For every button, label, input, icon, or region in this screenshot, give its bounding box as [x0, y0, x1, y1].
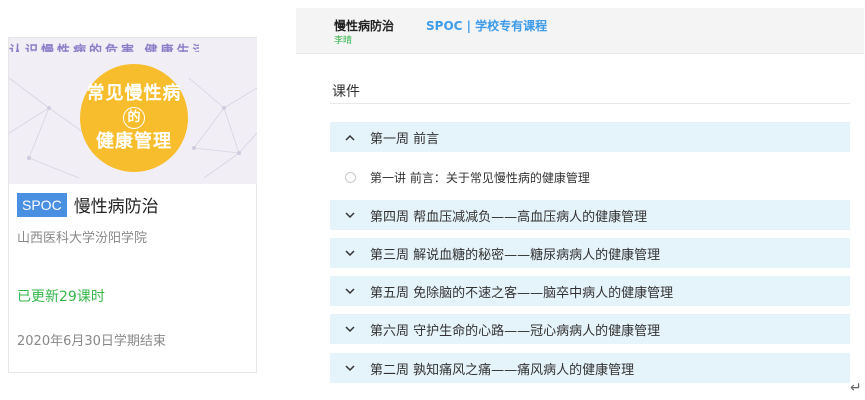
- spoc-badge: SPOC: [17, 192, 67, 217]
- lesson-item[interactable]: 第一讲 前言：关于常见慢性病的健康管理: [330, 164, 850, 190]
- school-name: 山西医科大学汾阳学院: [17, 231, 148, 246]
- cover-title-line1: 常见慢性病: [86, 83, 182, 104]
- week-item[interactable]: 第六周 守护生命的心路——冠心病病人的健康管理: [330, 314, 850, 344]
- lesson-label: 第一讲 前言：关于常见慢性病的健康管理: [370, 170, 590, 185]
- chevron-down-icon: [330, 325, 370, 333]
- card-title-row: SPOC 慢性病防治: [17, 192, 159, 217]
- circle-icon: [330, 171, 370, 183]
- course-cover-image[interactable]: 认识慢性病的危害 健康生活 常见慢性病 的 健康管理: [9, 38, 257, 184]
- week-item[interactable]: 第一周 前言: [330, 122, 850, 152]
- course-header: 慢性病防治 李晴 SPOC | 学校专有课程: [296, 8, 864, 54]
- cover-title-line2: 的: [123, 107, 145, 129]
- divider: [330, 103, 850, 104]
- chevron-up-icon: [330, 134, 370, 141]
- cover-title-line3: 健康管理: [96, 131, 172, 152]
- chevron-down-icon: [330, 364, 370, 372]
- week-item[interactable]: 第四周 帮血压减减负——高血压病人的健康管理: [330, 200, 850, 230]
- week-item[interactable]: 第二周 孰知痛风之痛——痛风病人的健康管理: [330, 353, 850, 383]
- week-item[interactable]: 第五周 免除脑的不速之客——脑卒中病人的健康管理: [330, 276, 850, 306]
- week-label: 第二周 孰知痛风之痛——痛风病人的健康管理: [370, 362, 635, 378]
- header-teacher-name[interactable]: 李晴: [334, 33, 352, 46]
- week-label: 第一周 前言: [370, 131, 440, 147]
- chevron-down-icon: [330, 211, 370, 219]
- week-item[interactable]: 第三周 解说血糖的秘密——糖尿病病人的健康管理: [330, 238, 850, 268]
- chevron-down-icon: [330, 287, 370, 295]
- cover-title-circle: 常见慢性病 的 健康管理: [80, 64, 188, 172]
- week-label: 第四周 帮血压减减负——高血压病人的健康管理: [370, 209, 648, 225]
- header-course-name: 慢性病防治: [334, 19, 395, 33]
- course-card-title[interactable]: 慢性病防治: [74, 192, 159, 217]
- return-arrow-icon: ↵: [850, 380, 862, 396]
- week-label: 第五周 免除脑的不速之客——脑卒中病人的健康管理: [370, 285, 674, 301]
- update-status: 已更新29课时: [17, 289, 105, 305]
- week-label: 第三周 解说血糖的秘密——糖尿病病人的健康管理: [370, 247, 661, 263]
- courseware-title: 课件: [332, 84, 360, 100]
- chevron-down-icon: [330, 249, 370, 257]
- week-label: 第六周 守护生命的心路——冠心病病人的健康管理: [370, 323, 661, 339]
- header-spoc-title: SPOC | 学校专有课程: [426, 19, 548, 33]
- course-card[interactable]: 认识慢性病的危害 健康生活 常见慢性病 的 健康管理 SPOC 慢性病防治 山西…: [8, 37, 257, 373]
- term-end-date: 2020年6月30日学期结束: [17, 334, 166, 349]
